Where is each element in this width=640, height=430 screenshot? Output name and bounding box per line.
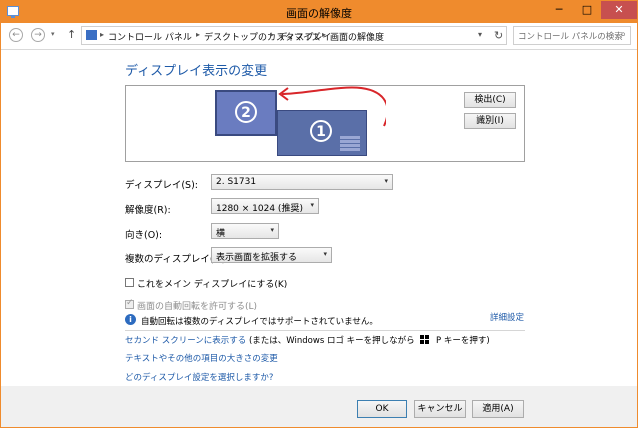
chevron-down-icon[interactable]: ▾: [478, 30, 482, 39]
second-screen-row: セカンド スクリーンに表示する (または、Windows ロゴ キーを押しながら…: [125, 334, 490, 346]
display-label: ディスプレイ(S):: [125, 180, 198, 191]
back-button[interactable]: ←: [9, 28, 23, 42]
breadcrumb-separator[interactable]: ▸: [100, 30, 104, 39]
forward-button[interactable]: →: [31, 28, 45, 42]
divider: [125, 330, 525, 331]
multiple-displays-value: 表示画面を拡張する: [216, 253, 298, 263]
chevron-down-icon: ▾: [270, 226, 274, 234]
search-input[interactable]: コントロール パネルの検索 ⌕: [513, 26, 631, 45]
advanced-settings-link[interactable]: 詳細設定: [490, 311, 524, 323]
window: 画面の解像度 ─ □ ✕ ← → ▾ ↑ ▸ コントロール パネル ▸ デスクト…: [0, 0, 638, 428]
close-button[interactable]: ✕: [601, 1, 637, 19]
search-placeholder: コントロール パネルの検索: [518, 32, 623, 42]
resolution-select[interactable]: 1280 × 1024 (推奨) ▾: [211, 198, 319, 214]
page-title: ディスプレイ表示の変更: [125, 64, 268, 79]
maximize-button[interactable]: □: [573, 1, 601, 19]
display-select[interactable]: 2. S1731 ▾: [211, 174, 393, 190]
address-bar[interactable]: ▸ コントロール パネル ▸ デスクトップのカスタマイズ ▸ ディスプレイ ▸ …: [81, 26, 507, 45]
chevron-down-icon: ▾: [384, 177, 388, 185]
auto-rotate-checkbox: [125, 298, 134, 309]
second-screen-hint: (または、Windows ロゴ キーを押しながら: [246, 336, 418, 346]
main-content: ディスプレイ表示の変更 1 2 検出(C) 識別(I) ディスプレイ(S): 2…: [1, 50, 637, 386]
which-setting-link[interactable]: どのディスプレイ設定を選択しますか?: [125, 371, 273, 383]
refresh-icon[interactable]: ↻: [494, 29, 503, 42]
second-screen-link[interactable]: セカンド スクリーンに表示する: [125, 336, 246, 346]
display-arrangement[interactable]: 1 2 検出(C) 識別(I): [125, 85, 525, 162]
detect-button[interactable]: 検出(C): [464, 92, 516, 108]
resolution-label: 解像度(R):: [125, 205, 171, 216]
recent-locations-icon[interactable]: ▾: [51, 30, 55, 38]
orientation-value: 横: [216, 229, 226, 239]
orientation-select[interactable]: 横 ▾: [211, 223, 279, 239]
chevron-down-icon: ▾: [310, 201, 314, 209]
resolution-value: 1280 × 1024 (推奨): [216, 204, 303, 214]
drag-arrow-annotation: [278, 86, 386, 127]
up-button[interactable]: ↑: [67, 28, 76, 41]
breadcrumb-screen-resolution[interactable]: 画面の解像度: [330, 30, 384, 43]
auto-rotate-label: 画面の自動回転を許可する(L): [137, 302, 258, 312]
main-display-label[interactable]: これをメイン ディスプレイにする(K): [137, 277, 287, 290]
ok-button[interactable]: OK: [357, 400, 407, 418]
windows-logo-icon: [420, 335, 431, 344]
multiple-displays-select[interactable]: 表示画面を拡張する ▾: [211, 247, 332, 263]
control-panel-icon: [86, 30, 97, 40]
navigation-bar: ← → ▾ ↑ ▸ コントロール パネル ▸ デスクトップのカスタマイズ ▸ デ…: [1, 23, 637, 50]
breadcrumb-separator[interactable]: ▸: [322, 30, 326, 39]
breadcrumb-separator[interactable]: ▸: [196, 30, 200, 39]
chevron-down-icon: ▾: [323, 250, 327, 258]
minimize-button[interactable]: ─: [545, 1, 573, 19]
window-title: 画面の解像度: [286, 7, 352, 20]
text-size-link[interactable]: テキストやその他の項目の大きさの変更: [125, 352, 278, 364]
title-bar[interactable]: 画面の解像度 ─ □ ✕: [1, 1, 637, 23]
second-screen-hint-end: P キーを押す): [433, 336, 490, 346]
main-display-checkbox[interactable]: [125, 278, 134, 287]
identify-button[interactable]: 識別(I): [464, 113, 516, 129]
info-icon: i: [125, 314, 136, 325]
display-value: 2. S1731: [216, 177, 257, 187]
info-text: 自動回転は複数のディスプレイではサポートされていません。: [141, 317, 378, 327]
cancel-button[interactable]: キャンセル: [414, 400, 466, 418]
button-bar: OK キャンセル 適用(A): [1, 386, 637, 427]
orientation-label: 向き(O):: [125, 230, 163, 241]
breadcrumb-control-panel[interactable]: コントロール パネル: [108, 30, 192, 43]
search-icon[interactable]: ⌕: [620, 29, 626, 40]
apply-button[interactable]: 適用(A): [472, 400, 524, 418]
breadcrumb-separator[interactable]: ▸: [270, 30, 274, 39]
